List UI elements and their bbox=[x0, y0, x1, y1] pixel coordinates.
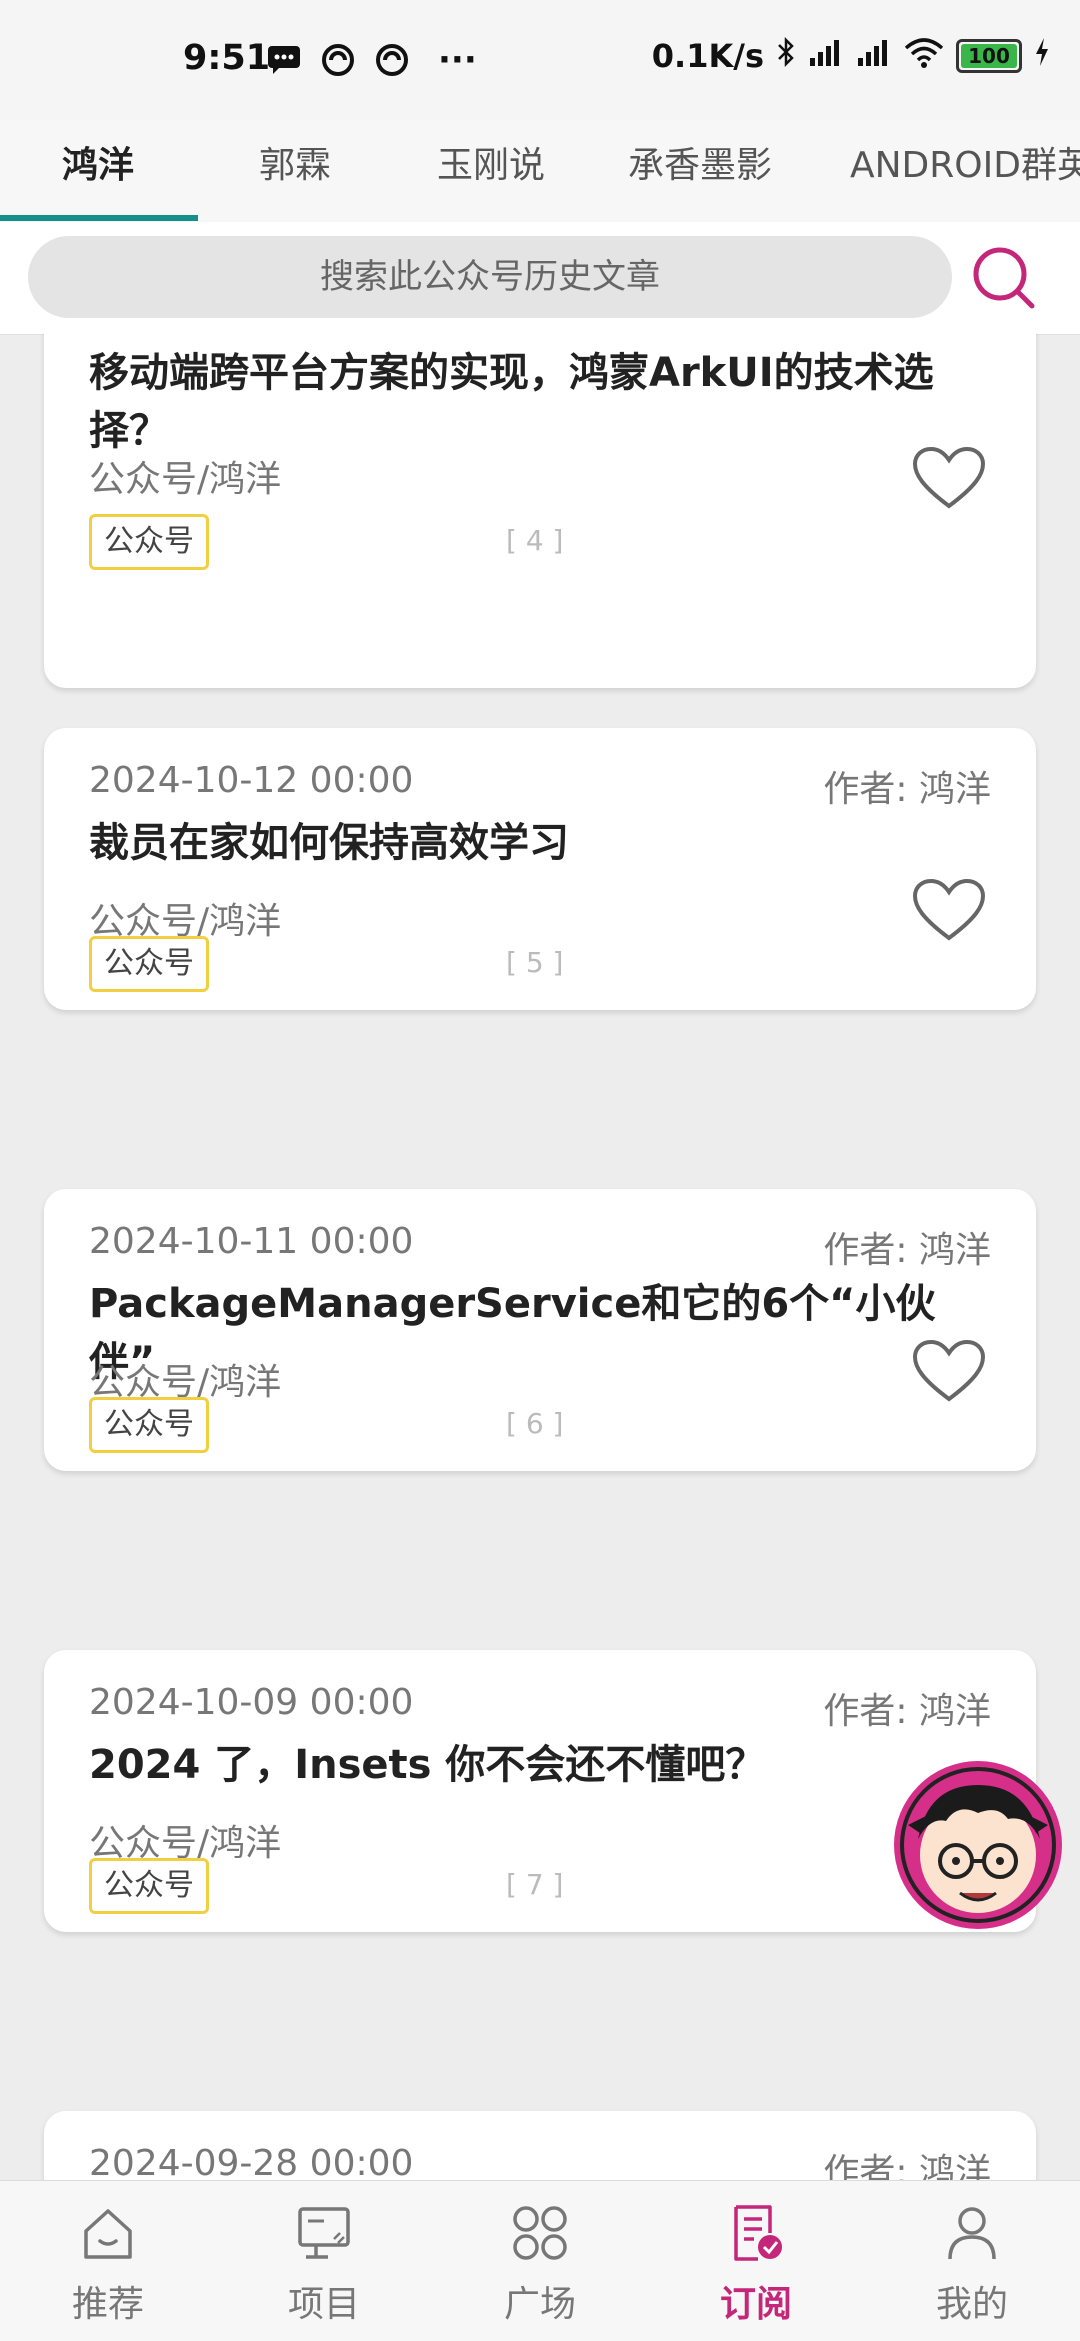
article-card[interactable]: 移动端跨平台方案的实现，鸿蒙ArkUI的技术选择？ 公众号/鸿洋 公众号 [ 4… bbox=[44, 334, 1036, 688]
status-notification-icons: ··· bbox=[266, 40, 477, 80]
nav-label: 我的 bbox=[935, 2284, 1008, 2325]
article-tag[interactable]: 公众号 bbox=[89, 1397, 209, 1453]
project-icon bbox=[294, 2203, 354, 2263]
status-right-icons: 0.1K/s 100 bbox=[652, 36, 1050, 76]
tab-yugangshuo[interactable]: 玉刚说 bbox=[437, 136, 545, 188]
more-notifications-icon: ··· bbox=[438, 40, 477, 80]
nav-item-mine[interactable]: 我的 bbox=[864, 2181, 1080, 2341]
article-tag[interactable]: 公众号 bbox=[89, 1858, 209, 1914]
nav-label: 推荐 bbox=[71, 2284, 144, 2325]
account-tabs: 鸿洋 郭霖 玉刚说 承香墨影 ANDROID群英传 bbox=[0, 120, 1080, 223]
tab-chengxiangmoying[interactable]: 承香墨影 bbox=[628, 136, 772, 188]
bottom-navigation: 推荐 项目 广场 订阅 我的 bbox=[0, 2180, 1080, 2341]
search-input[interactable]: 搜索此公众号历史文章 bbox=[28, 236, 952, 318]
article-title: 2024 了，Insets 你不会还不懂吧？ bbox=[89, 1742, 766, 1788]
battery-icon: 100 bbox=[956, 39, 1022, 73]
article-source: 公众号/鸿洋 bbox=[89, 459, 282, 500]
nav-label: 项目 bbox=[287, 2284, 360, 2325]
nav-item-recommend[interactable]: 推荐 bbox=[0, 2181, 216, 2341]
article-author: 作者: 鸿洋 bbox=[823, 1691, 991, 1732]
charging-icon bbox=[1034, 37, 1050, 75]
profile-icon bbox=[942, 2203, 1002, 2263]
battery-level: 100 bbox=[968, 44, 1010, 68]
favorite-heart-icon[interactable] bbox=[912, 1339, 986, 1405]
search-icon[interactable] bbox=[970, 244, 1036, 310]
article-tag[interactable]: 公众号 bbox=[89, 936, 209, 992]
article-date: 2024-10-12 00:00 bbox=[89, 760, 414, 801]
nav-item-square[interactable]: 广场 bbox=[432, 2181, 648, 2341]
search-bar: 搜索此公众号历史文章 bbox=[0, 222, 1080, 335]
article-card[interactable]: 2024-10-12 00:00 作者: 鸿洋 裁员在家如何保持高效学习 公众号… bbox=[44, 728, 1036, 1010]
article-author: 作者: 鸿洋 bbox=[823, 2152, 991, 2180]
article-tag[interactable]: 公众号 bbox=[89, 514, 209, 570]
grid-icon bbox=[510, 2203, 570, 2263]
article-author: 作者: 鸿洋 bbox=[823, 769, 991, 810]
message-icon bbox=[266, 42, 302, 78]
nav-label: 广场 bbox=[503, 2284, 576, 2325]
bluetooth-icon bbox=[776, 36, 796, 76]
app-notification-icon bbox=[320, 42, 356, 78]
article-card[interactable]: 2024-09-28 00:00 作者: 鸿洋 bbox=[44, 2111, 1036, 2180]
article-title: 移动端跨平台方案的实现，鸿蒙ArkUI的技术选择？ bbox=[89, 350, 934, 454]
app-notification-icon-2 bbox=[374, 42, 410, 78]
tab-hongyang[interactable]: 鸿洋 bbox=[62, 136, 134, 188]
article-index: [ 7 ] bbox=[506, 1868, 564, 1901]
article-index: [ 6 ] bbox=[506, 1407, 564, 1440]
net-speed: 0.1K/s bbox=[651, 37, 764, 75]
article-date: 2024-10-11 00:00 bbox=[89, 1221, 414, 1262]
signal-icon bbox=[808, 36, 844, 76]
favorite-heart-icon[interactable] bbox=[912, 878, 986, 944]
home-icon bbox=[78, 2203, 138, 2263]
nav-label: 订阅 bbox=[719, 2284, 792, 2325]
article-title: 裁员在家如何保持高效学习 bbox=[89, 820, 569, 866]
tab-android-qunyingzhuan[interactable]: ANDROID群英传 bbox=[850, 136, 1080, 188]
status-bar: 9:51 ··· 0.1K/s 100 bbox=[0, 0, 1080, 120]
article-card[interactable]: 2024-10-11 00:00 作者: 鸿洋 PackageManagerSe… bbox=[44, 1189, 1036, 1471]
article-index: [ 4 ] bbox=[506, 524, 564, 557]
wifi-icon bbox=[904, 36, 944, 76]
tab-indicator bbox=[0, 215, 198, 221]
article-date: 2024-10-09 00:00 bbox=[89, 1682, 414, 1723]
favorite-heart-icon[interactable] bbox=[912, 446, 986, 512]
signal-icon-2 bbox=[856, 36, 892, 76]
nav-item-project[interactable]: 项目 bbox=[216, 2181, 432, 2341]
floating-avatar-button[interactable] bbox=[888, 1755, 1068, 1935]
nav-item-subscribe[interactable]: 订阅 bbox=[648, 2181, 864, 2341]
tab-guolin[interactable]: 郭霖 bbox=[259, 136, 331, 188]
article-index: [ 5 ] bbox=[506, 946, 564, 979]
article-date: 2024-09-28 00:00 bbox=[89, 2143, 414, 2180]
subscribe-icon bbox=[726, 2203, 786, 2263]
article-author: 作者: 鸿洋 bbox=[823, 1230, 991, 1271]
status-time: 9:51 bbox=[183, 38, 271, 78]
